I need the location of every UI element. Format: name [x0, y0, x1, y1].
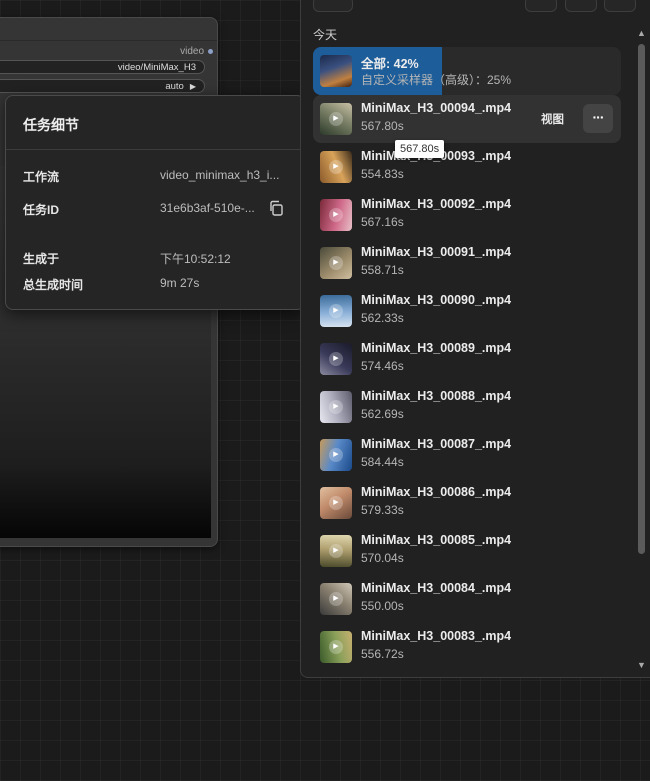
video-filename: MiniMax_H3_00089_.mp4 — [361, 341, 512, 355]
panel-top-button[interactable] — [565, 0, 597, 12]
video-duration: 579.33s — [361, 503, 404, 517]
running-task-thumbnail — [320, 55, 352, 87]
more-options-button[interactable]: ··· — [583, 104, 613, 133]
detail-key: 总生成时间 — [23, 278, 84, 292]
play-icon: ▶ — [329, 112, 343, 126]
play-icon: ▶ — [329, 352, 343, 366]
video-thumbnail[interactable]: ▶ — [320, 295, 352, 327]
detail-value: video_minimax_h3_i... — [160, 168, 280, 182]
detail-key: 任务ID — [23, 203, 60, 217]
output-dot-icon[interactable] — [208, 49, 213, 54]
queue-item[interactable]: ▶ MiniMax_H3_00083_.mp4 556.72s — [313, 623, 621, 671]
play-icon: ▶ — [329, 544, 343, 558]
running-task-item[interactable]: 全部: 42% 自定义采样器（高级）：25% — [313, 47, 621, 95]
video-thumbnail[interactable]: ▶ — [320, 247, 352, 279]
detail-value: 下午10:52:12 — [160, 252, 231, 266]
queue-item[interactable]: ▶ MiniMax_H3_00086_.mp4 579.33s — [313, 479, 621, 527]
queue-item[interactable]: ▶ MiniMax_H3_00084_.mp4 550.00s — [313, 575, 621, 623]
detail-divider — [6, 149, 304, 150]
format-select-widget[interactable]: auto ▶ — [0, 79, 205, 93]
queue-item[interactable]: ▶ MiniMax_H3_00091_.mp4 558.71s — [313, 239, 621, 287]
node-progress-label: 自定义采样器（高级）：25% — [361, 73, 512, 87]
queue-item[interactable]: ▶ MiniMax_H3_00087_.mp4 584.44s — [313, 431, 621, 479]
video-thumbnail[interactable]: ▶ — [320, 487, 352, 519]
video-filename: MiniMax_H3_00086_.mp4 — [361, 485, 512, 499]
panel-top-button[interactable] — [313, 0, 353, 12]
video-duration: 584.44s — [361, 455, 404, 469]
queue-scrollbar[interactable]: ▲ ▼ — [636, 28, 647, 674]
play-icon: ▶ — [329, 208, 343, 222]
video-thumbnail[interactable]: ▶ — [320, 391, 352, 423]
video-duration: 562.33s — [361, 311, 404, 325]
video-thumbnail[interactable]: ▶ — [320, 535, 352, 567]
node-output-slot[interactable]: video — [180, 46, 213, 57]
detail-key: 生成于 — [23, 252, 60, 266]
video-duration: 574.46s — [361, 359, 404, 373]
scroll-up-icon[interactable]: ▲ — [637, 28, 646, 38]
panel-top-button[interactable] — [525, 0, 557, 12]
detail-title: 任务细节 — [23, 117, 79, 133]
video-filename: MiniMax_H3_00094_.mp4 — [361, 101, 512, 115]
video-filename: MiniMax_H3_00091_.mp4 — [361, 245, 512, 259]
task-detail-popup: 任务细节 工作流 video_minimax_h3_i... 任务ID 31e6… — [5, 95, 305, 310]
queue-item[interactable]: ▶ MiniMax_H3_00089_.mp4 574.46s — [313, 335, 621, 383]
queue-item[interactable]: ▶MiniMax_H3_00093_.mp4554.83s — [313, 143, 621, 191]
video-filename: MiniMax_H3_00087_.mp4 — [361, 437, 512, 451]
triangle-right-icon: ▶ — [189, 81, 196, 91]
filename-prefix-widget[interactable]: video/MiniMax_H3 — [0, 60, 205, 74]
node-output-label: video — [180, 46, 204, 57]
detail-key: 工作流 — [23, 170, 60, 184]
video-filename: MiniMax_H3_00083_.mp4 — [361, 629, 512, 643]
play-icon: ▶ — [329, 448, 343, 462]
scroll-down-icon[interactable]: ▼ — [637, 660, 646, 670]
video-thumbnail[interactable]: ▶ — [320, 103, 352, 135]
video-duration: 554.83s — [361, 167, 404, 181]
video-duration: 562.69s — [361, 407, 404, 421]
video-duration: 550.00s — [361, 599, 404, 613]
queue-item[interactable]: ▶ MiniMax_H3_00092_.mp4 567.16s — [313, 191, 621, 239]
scrollbar-thumb[interactable] — [638, 44, 645, 554]
detail-value: 9m 27s — [160, 276, 200, 290]
duration-tooltip: 567.80s — [395, 140, 445, 158]
video-filename: MiniMax_H3_00090_.mp4 — [361, 293, 512, 307]
format-select-value: auto — [165, 80, 184, 92]
play-icon: ▶ — [329, 640, 343, 654]
video-filename: MiniMax_H3_00092_.mp4 — [361, 197, 512, 211]
view-button[interactable]: 视图 — [541, 111, 564, 127]
video-thumbnail[interactable]: ▶ — [320, 199, 352, 231]
section-title-today: 今天 — [313, 28, 338, 42]
play-icon: ▶ — [329, 400, 343, 414]
play-icon: ▶ — [329, 304, 343, 318]
play-icon: ▶ — [329, 496, 343, 510]
play-icon: ▶ — [329, 160, 343, 174]
video-duration: 567.16s — [361, 215, 404, 229]
video-thumbnail[interactable]: ▶ — [320, 151, 352, 183]
panel-top-button[interactable] — [604, 0, 636, 12]
play-icon: ▶ — [329, 256, 343, 270]
video-thumbnail[interactable]: ▶ — [320, 439, 352, 471]
queue-item[interactable]: ▶ MiniMax_H3_00088_.mp4 562.69s — [313, 383, 621, 431]
play-icon: ▶ — [329, 592, 343, 606]
overall-progress-label: 全部: 42% — [361, 57, 419, 71]
video-duration: 570.04s — [361, 551, 404, 565]
video-duration: 556.72s — [361, 647, 404, 661]
video-duration: 558.71s — [361, 263, 404, 277]
video-filename: MiniMax_H3_00085_.mp4 — [361, 533, 512, 547]
video-filename: MiniMax_H3_00084_.mp4 — [361, 581, 512, 595]
video-thumbnail[interactable]: ▶ — [320, 343, 352, 375]
video-thumbnail[interactable]: ▶ — [320, 583, 352, 615]
queue-item[interactable]: ▶ MiniMax_H3_00085_.mp4 570.04s — [313, 527, 621, 575]
video-filename: MiniMax_H3_00088_.mp4 — [361, 389, 512, 403]
filename-prefix-value: video/MiniMax_H3 — [117, 61, 196, 73]
video-duration: 567.80s — [361, 119, 404, 133]
queue-item[interactable]: ▶ MiniMax_H3_00090_.mp4 562.33s — [313, 287, 621, 335]
queue-item[interactable]: ▶ MiniMax_H3_00094_.mp4 567.80s 视图 ··· — [313, 95, 621, 143]
copy-icon[interactable] — [267, 199, 285, 217]
video-thumbnail[interactable]: ▶ — [320, 631, 352, 663]
node-header-divider — [0, 40, 217, 41]
